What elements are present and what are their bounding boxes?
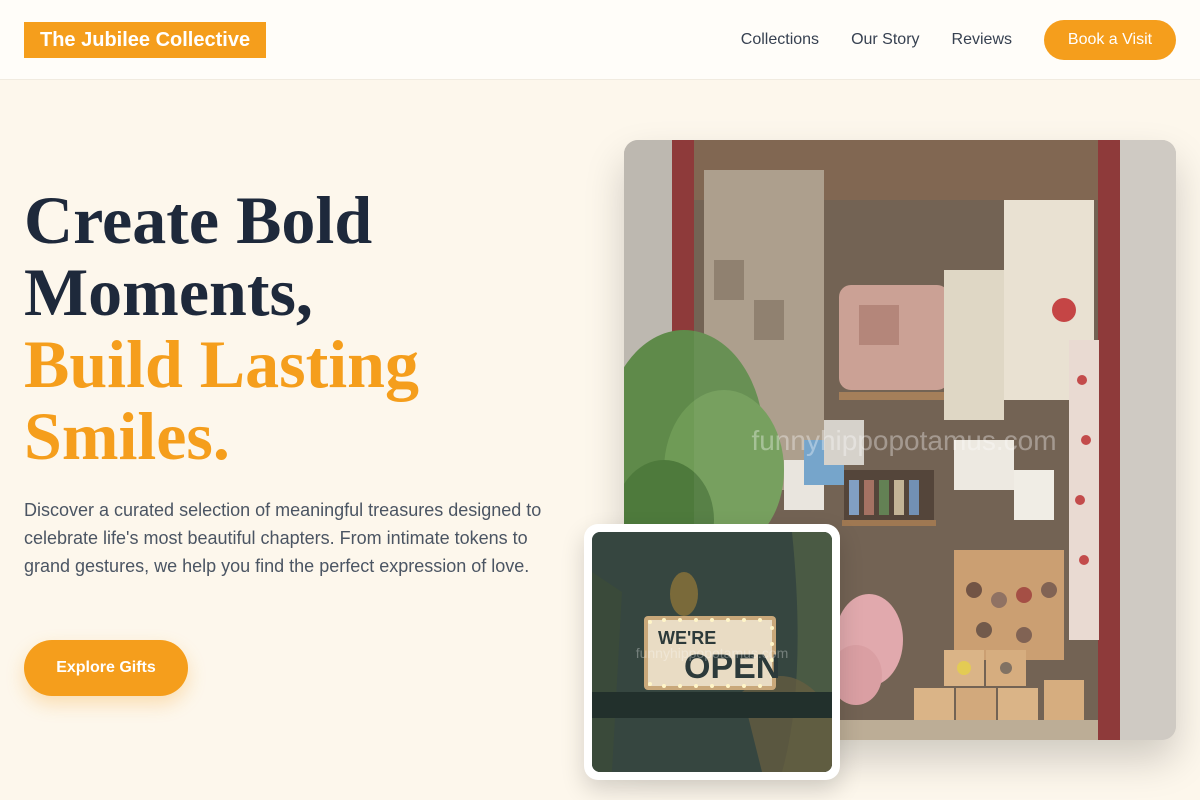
explore-gifts-button[interactable]: Explore Gifts — [24, 640, 188, 696]
hero-title-line-1: Create Bold — [24, 182, 373, 258]
hero-title-line-4: Smiles. — [24, 398, 230, 474]
nav-link-reviews[interactable]: Reviews — [952, 31, 1012, 49]
open-sign-watermark: funnyhippopotamus.com — [636, 645, 789, 661]
brand-logo[interactable]: The Jubilee Collective — [24, 21, 267, 58]
open-sign-card: WE'RE OPEN funnyhippopotamus.com — [584, 524, 840, 780]
shop-window-watermark: funnyhippopotamus.com — [751, 425, 1056, 456]
hero-description: Discover a curated selection of meaningf… — [24, 500, 542, 576]
main-nav: Collections Our Story Reviews Book a Vis… — [741, 19, 1176, 60]
book-visit-button[interactable]: Book a Visit — [1044, 19, 1176, 60]
site-header: The Jubilee Collective Collections Our S… — [0, 0, 1200, 80]
nav-link-collections[interactable]: Collections — [741, 31, 819, 49]
hero-title-line-2: Moments, — [24, 254, 313, 330]
hero-title-line-3: Build Lasting — [24, 326, 419, 402]
open-sign-image: WE'RE OPEN funnyhippopotamus.com — [592, 532, 832, 772]
nav-link-our-story[interactable]: Our Story — [851, 31, 919, 49]
hero-title: Create Bold Moments, Build Lasting Smile… — [24, 184, 564, 472]
